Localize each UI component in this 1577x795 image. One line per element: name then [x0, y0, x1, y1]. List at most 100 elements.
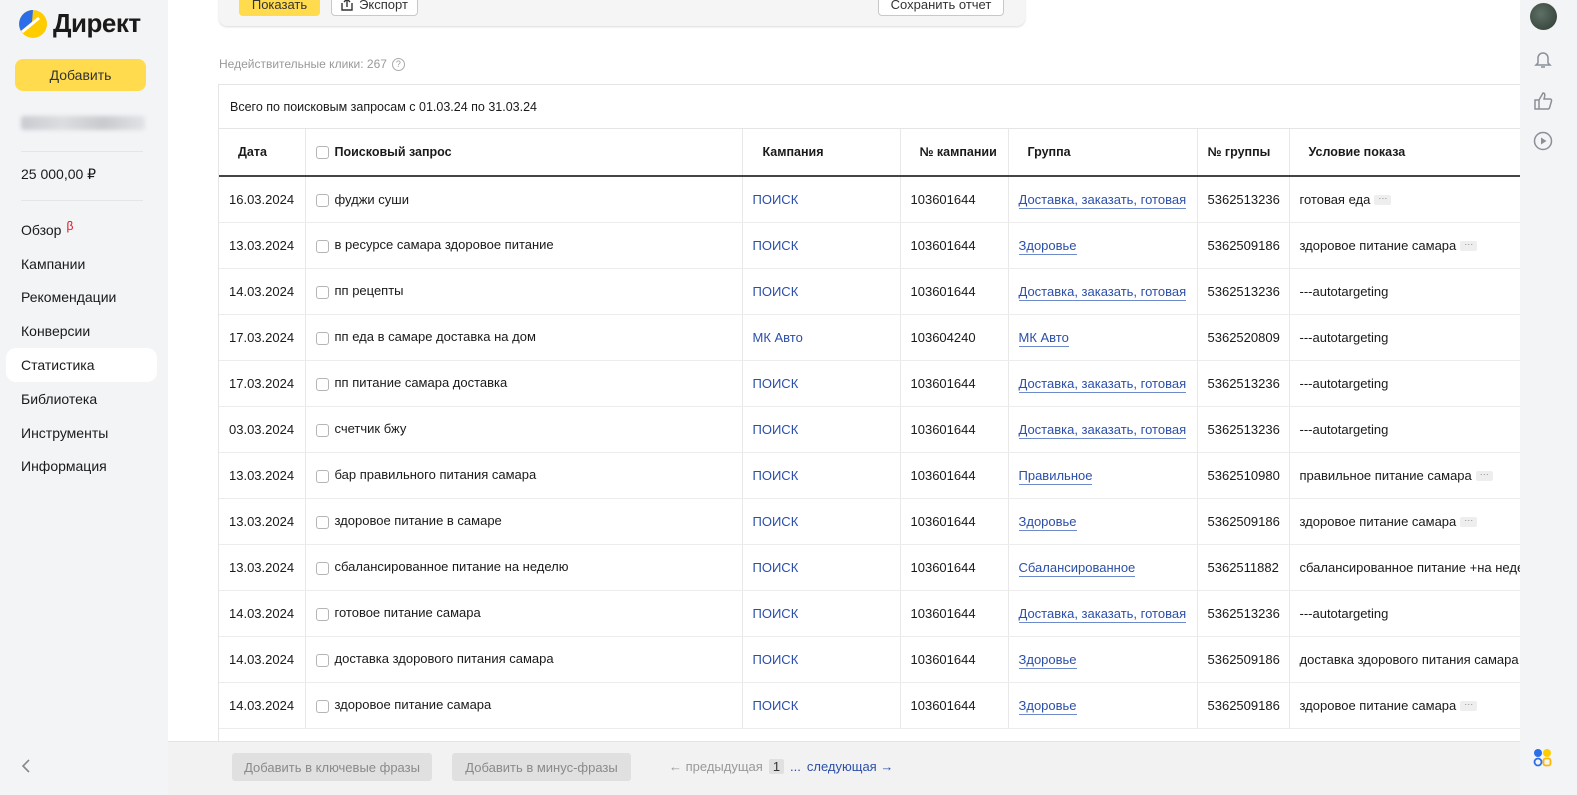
campaign-link[interactable]: ПОИСК [753, 192, 799, 207]
row-checkbox[interactable] [315, 377, 329, 391]
more-icon[interactable]: ··· [1460, 516, 1478, 528]
cell-campaign-id: 103601644 [900, 590, 1009, 637]
sidebar-item[interactable]: Обзор β [6, 213, 157, 247]
cell-group-id: 5362509186 [1197, 636, 1290, 683]
show-button[interactable]: Показать [239, 0, 320, 16]
sidebar-item-label: Библиотека [21, 390, 98, 407]
row-checkbox[interactable] [315, 331, 329, 345]
group-link[interactable]: Правильное [1018, 467, 1093, 485]
pagination-ellipsis[interactable]: ... [790, 759, 801, 774]
add-button[interactable]: Добавить [15, 59, 146, 91]
question-circle-icon[interactable]: ? [391, 57, 405, 71]
group-link[interactable]: Доставка, заказать, готовая [1018, 375, 1187, 393]
cell-condition: ---autotargeting [1289, 360, 1520, 407]
sidebar-nav: Обзор β Кампании Рекомендации Конверсии Стати… [6, 213, 157, 483]
more-icon[interactable]: ··· [1460, 240, 1478, 252]
cell-campaign-id: 103601644 [900, 176, 1009, 223]
thumbs-up-icon[interactable] [1532, 90, 1554, 112]
cell-campaign-id: 103601644 [900, 222, 1009, 269]
header-group[interactable]: Группа [1008, 129, 1198, 177]
row-checkbox[interactable] [315, 561, 329, 575]
campaign-link[interactable]: ПОИСК [753, 698, 799, 713]
cell-date: 17.03.2024 [219, 360, 306, 407]
group-link[interactable]: Здоровье [1018, 697, 1077, 715]
sidebar: Директ Добавить 25 000,00 ₽ Обзор β Кампан… [0, 0, 168, 795]
chevron-left-icon[interactable] [18, 757, 34, 775]
header-condition[interactable]: Условие показа [1289, 129, 1520, 177]
export-button[interactable]: Экспорт [331, 0, 418, 16]
group-link[interactable]: Сбалансированное [1018, 559, 1136, 577]
sidebar-item[interactable]: Кампании [6, 247, 157, 281]
header-campaign-id[interactable]: № кампании [900, 129, 1009, 177]
cell-condition: ---autotargeting [1289, 314, 1520, 361]
avatar[interactable] [1530, 3, 1557, 30]
select-all-checkbox[interactable] [315, 146, 329, 160]
header-query[interactable]: Поисковый запрос [305, 129, 743, 177]
campaign-link[interactable]: ПОИСК [753, 606, 799, 621]
group-link[interactable]: Доставка, заказать, готовая [1018, 605, 1187, 623]
group-link[interactable]: Доставка, заказать, готовая [1018, 421, 1187, 439]
sidebar-item[interactable]: Рекомендации [6, 281, 157, 315]
cell-campaign: ПОИСК [742, 544, 901, 591]
cell-campaign-id: 103601644 [900, 406, 1009, 453]
cell-group-id: 5362520809 [1197, 314, 1290, 361]
condition-text: ---autotargeting [1299, 283, 1389, 299]
campaign-link[interactable]: ПОИСК [753, 422, 799, 437]
campaign-link[interactable]: ПОИСК [753, 514, 799, 529]
row-checkbox[interactable] [315, 423, 329, 437]
cell-group: Доставка, заказать, готовая [1008, 360, 1198, 407]
campaign-link[interactable]: ПОИСК [753, 376, 799, 391]
row-checkbox[interactable] [315, 193, 329, 207]
group-link[interactable]: Здоровье [1018, 513, 1077, 531]
condition-text: здоровое питание самара [1299, 237, 1457, 253]
cell-condition: готовая еда ··· [1289, 176, 1520, 223]
add-to-minus-phrases-button[interactable]: Добавить в минус-фразы [452, 753, 631, 781]
query-text: здоровое питание в самаре [334, 513, 502, 529]
campaign-link[interactable]: ПОИСК [753, 560, 799, 575]
row-checkbox[interactable] [315, 653, 329, 667]
campaign-link[interactable]: ПОИСК [753, 238, 799, 253]
sidebar-item[interactable]: Конверсии [6, 314, 157, 348]
next-page-link[interactable]: следующая → [807, 759, 893, 774]
group-link[interactable]: Доставка, заказать, готовая [1018, 191, 1187, 209]
sidebar-item[interactable]: Библиотека [6, 382, 157, 416]
campaign-link[interactable]: ПОИСК [753, 284, 799, 299]
more-icon[interactable]: ··· [1475, 470, 1493, 482]
row-checkbox[interactable] [315, 699, 329, 713]
header-group-id[interactable]: № группы [1197, 129, 1290, 177]
row-checkbox[interactable] [315, 515, 329, 529]
campaign-link[interactable]: ПОИСК [753, 468, 799, 483]
cell-group: Доставка, заказать, готовая [1008, 406, 1198, 453]
cell-date: 16.03.2024 [219, 176, 306, 223]
group-link[interactable]: МК Авто [1018, 329, 1069, 347]
group-link[interactable]: Здоровье [1018, 237, 1077, 255]
balance[interactable]: 25 000,00 ₽ [21, 166, 96, 183]
account-name-blurred[interactable] [21, 116, 145, 130]
add-to-keywords-button[interactable]: Добавить в ключевые фразы [232, 753, 432, 781]
logo[interactable]: Директ [18, 8, 141, 39]
sidebar-item-label: Статистика [21, 357, 95, 374]
sidebar-item[interactable]: Статистика [6, 348, 157, 382]
cell-campaign-id: 103601644 [900, 636, 1009, 683]
more-icon[interactable]: ··· [1374, 194, 1392, 206]
header-date[interactable]: Дата [219, 129, 306, 177]
more-icon[interactable]: ··· [1460, 700, 1478, 712]
save-report-button[interactable]: Сохранить отчет [878, 0, 1004, 16]
row-checkbox[interactable] [315, 239, 329, 253]
beta-badge: β [66, 218, 74, 233]
row-checkbox[interactable] [315, 285, 329, 299]
campaign-link[interactable]: ПОИСК [753, 652, 799, 667]
play-circle-icon[interactable] [1532, 130, 1554, 152]
bell-icon[interactable] [1532, 48, 1554, 70]
row-checkbox[interactable] [315, 469, 329, 483]
header-campaign[interactable]: Кампания [742, 129, 901, 177]
sidebar-item[interactable]: Информация [6, 450, 157, 484]
cell-campaign: ПОИСК [742, 268, 901, 315]
row-checkbox[interactable] [315, 607, 329, 621]
sidebar-item[interactable]: Инструменты [6, 416, 157, 450]
group-link[interactable]: Здоровье [1018, 651, 1077, 669]
group-link[interactable]: Доставка, заказать, готовая [1018, 283, 1187, 301]
campaign-link[interactable]: МК Авто [753, 330, 803, 345]
services-grid-icon[interactable] [1532, 747, 1554, 769]
cell-group: Здоровье [1008, 222, 1198, 269]
